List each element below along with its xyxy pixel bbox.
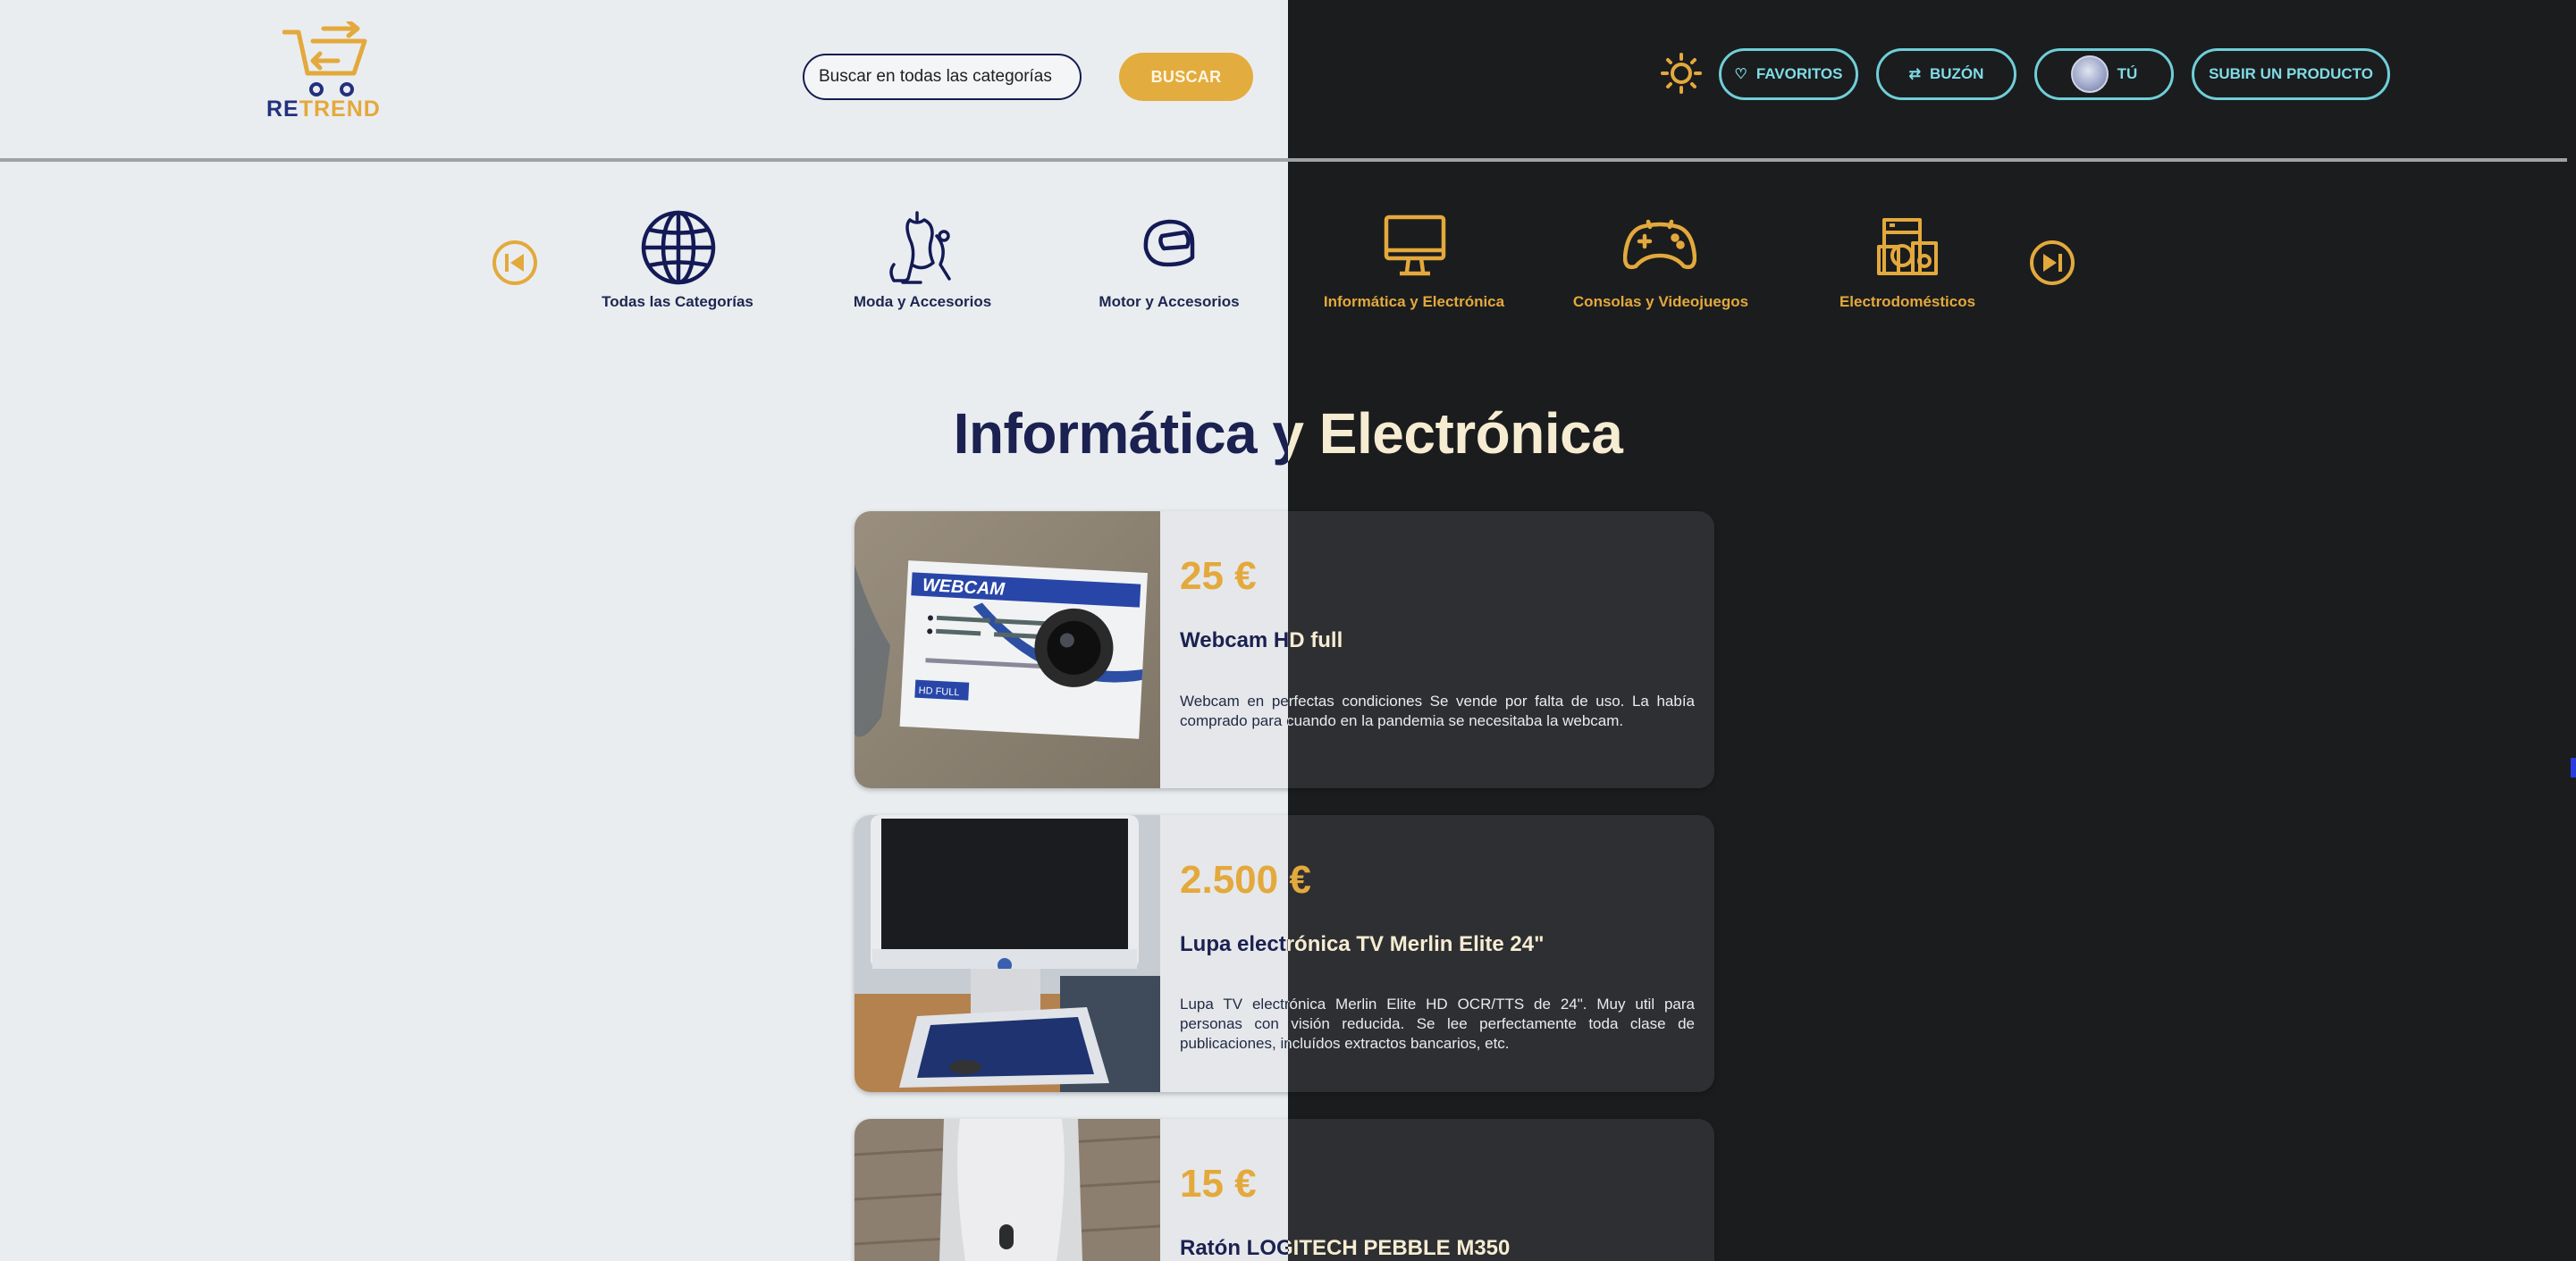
search-input[interactable] bbox=[803, 54, 1082, 100]
profile-button[interactable]: TÚ bbox=[2034, 48, 2174, 100]
upload-product-button[interactable]: SUBIR UN PRODUCTO bbox=[2192, 48, 2390, 100]
category-label-fashion[interactable]: Moda y Accesorios bbox=[788, 293, 1056, 311]
category-label-electronics[interactable]: Informática y Electrónica bbox=[1288, 293, 1548, 311]
inbox-button[interactable]: ⇄ BUZÓN bbox=[1876, 48, 2016, 100]
cart-logo-icon[interactable] bbox=[282, 21, 372, 100]
heart-icon: ♡ bbox=[1734, 67, 1747, 82]
favorites-button[interactable]: ♡ FAVORITOS bbox=[1719, 48, 1858, 100]
carousel-next-icon[interactable] bbox=[2029, 240, 2075, 286]
product-price: 25 € bbox=[1180, 554, 1257, 598]
category-label-motor[interactable]: Motor y Accesorios bbox=[1035, 293, 1288, 311]
upload-label: SUBIR UN PRODUCTO bbox=[2209, 65, 2373, 82]
category-label-all[interactable]: Todas las Categorías bbox=[543, 293, 812, 311]
sun-icon[interactable] bbox=[1661, 53, 1702, 94]
carousel-prev-icon[interactable] bbox=[492, 240, 538, 286]
appliances-icon[interactable] bbox=[1877, 216, 1940, 277]
swap-icon: ⇄ bbox=[1908, 67, 1921, 82]
gamepad-icon[interactable] bbox=[1623, 218, 1696, 273]
category-label-consoles[interactable]: Consolas y Videojuegos bbox=[1527, 293, 1795, 311]
category-label-appliances[interactable]: Electrodomésticos bbox=[1773, 293, 2041, 311]
monitor-icon[interactable] bbox=[1384, 214, 1446, 277]
profile-label: TÚ bbox=[2117, 65, 2138, 82]
search-button[interactable]: BUSCAR bbox=[1119, 53, 1253, 101]
favorites-label: FAVORITOS bbox=[1755, 65, 1843, 82]
brand-logo-text[interactable]: RETREND bbox=[266, 97, 381, 122]
inbox-label: BUZÓN bbox=[1929, 65, 1984, 82]
mannequin-icon[interactable] bbox=[885, 209, 958, 286]
avatar bbox=[2070, 55, 2109, 93]
product-price: 15 € bbox=[1180, 1162, 1257, 1206]
globe-icon[interactable] bbox=[640, 209, 717, 286]
helmet-icon[interactable] bbox=[1141, 218, 1196, 268]
